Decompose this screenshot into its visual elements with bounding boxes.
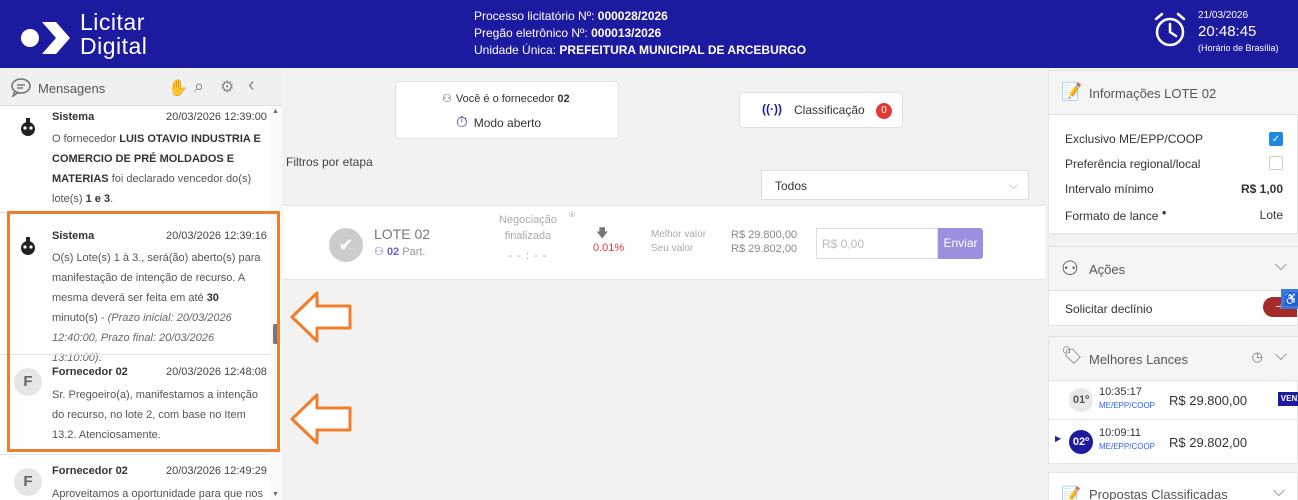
bid-tag: ME/EPP/COOP bbox=[1099, 401, 1156, 410]
message-sender: Fornecedor 02 bbox=[52, 465, 128, 477]
logo-mark-icon bbox=[21, 22, 70, 54]
solicitar-label: Solicitar declínio bbox=[1065, 302, 1153, 316]
check-icon: ✔ bbox=[329, 228, 363, 262]
broadcast-icon: ((·)) bbox=[762, 102, 782, 116]
message-body: Aproveitamos a oportunidade para que nos bbox=[52, 488, 263, 500]
app-header: Licitar Digital Processo licitatório Nº:… bbox=[0, 0, 1298, 68]
alarm-clock-icon bbox=[1154, 12, 1186, 47]
logo-text: Licitar Digital bbox=[80, 9, 148, 59]
chevron-left-icon[interactable]: ‹ bbox=[248, 74, 255, 97]
chevron-down-icon: ⌵ bbox=[1008, 178, 1018, 192]
propostas-card[interactable]: 📝 Propostas Classificadas ⌵ bbox=[1048, 472, 1298, 500]
timer-icon: ⏱ bbox=[456, 114, 468, 131]
accessibility-icon[interactable]: ♿ bbox=[1281, 289, 1298, 309]
divider bbox=[0, 454, 270, 455]
robot-icon bbox=[14, 113, 42, 141]
enviar-button[interactable]: Enviar bbox=[938, 228, 983, 259]
users-icon: ⚇ bbox=[374, 246, 384, 258]
divider bbox=[1049, 419, 1298, 420]
percent-diff: 0.01% bbox=[593, 242, 625, 254]
message-timestamp: 20/03/2026 12:39:00 bbox=[166, 111, 267, 123]
value-labels: Melhor valor Seu valor bbox=[651, 229, 707, 254]
tag-icon: 🏷 bbox=[1061, 346, 1083, 365]
process-info: Processo licitatório Nº: 000028/2026 Pre… bbox=[474, 9, 807, 57]
chevron-down-icon[interactable]: ⌵ bbox=[1275, 347, 1287, 365]
mode-label: ⏱ Modo aberto bbox=[456, 114, 542, 131]
preferencia-checkbox[interactable] bbox=[1269, 156, 1283, 170]
supplier-card: ⚇ Você é o fornecedor 02 ⏱ Modo aberto bbox=[395, 81, 619, 139]
lances-header[interactable]: 🏷 Melhores Lances ◷ ⌵ bbox=[1049, 337, 1298, 381]
classificacao-label: Classificação bbox=[794, 103, 865, 117]
right-panel: 📝 Informações LOTE 02 Exclusivo ME/EPP/C… bbox=[1046, 68, 1298, 500]
stage-filter-value: Todos bbox=[775, 179, 808, 193]
chat-icon bbox=[11, 78, 31, 97]
chevron-down-icon: ⌵ bbox=[1274, 257, 1287, 274]
info-card-header[interactable]: 📝 Informações LOTE 02 bbox=[1049, 71, 1298, 115]
participants-count[interactable]: ⚇ 02 Part. bbox=[374, 245, 425, 258]
supplier-label: ⚇ Você é o fornecedor 02 bbox=[442, 93, 570, 105]
bid-value: R$ 29.800,00 bbox=[1169, 393, 1248, 408]
intervalo-label: Intervalo mínimo bbox=[1065, 182, 1154, 196]
messages-header: Mensagens ✋ ⌕ ⚙ ‹ bbox=[0, 68, 282, 106]
filter-label: Filtros por etapa bbox=[286, 155, 373, 169]
winner-badge: VEN bbox=[1278, 392, 1298, 406]
formato-value: Lote bbox=[1259, 208, 1283, 222]
value-amounts: R$ 29.800,00 R$ 29.802,00 bbox=[731, 228, 797, 256]
lote-row[interactable]: ✔ LOTE 02 ⚇ 02 Part. Negociação finaliza… bbox=[283, 205, 1045, 280]
info-icon: ● bbox=[1161, 208, 1167, 217]
bid-tag: ME/EPP/COOP bbox=[1099, 442, 1156, 451]
datetime-display: 21/03/2026 20:48:45 (Horário de Brasília… bbox=[1198, 10, 1279, 53]
caret-right-icon: ▶ bbox=[1055, 434, 1062, 443]
status-text: Negociação finalizada - - : - - bbox=[498, 214, 558, 262]
position-badge: 02º bbox=[1069, 430, 1093, 454]
preferencia-label: Preferência regional/local bbox=[1065, 157, 1201, 171]
bid-input[interactable]: R$ 0,00 bbox=[816, 228, 938, 259]
info-title: Informações LOTE 02 bbox=[1089, 86, 1217, 101]
exclusivo-checkbox[interactable]: ✓ bbox=[1269, 132, 1283, 146]
formato-label: Formato de lance ● bbox=[1065, 208, 1167, 223]
licitar-digital-logo[interactable]: Licitar Digital bbox=[18, 8, 178, 60]
position-badge: 01º bbox=[1069, 388, 1093, 412]
acoes-title: Ações bbox=[1089, 262, 1126, 277]
acoes-header[interactable]: ⚇ Ações ⌵ bbox=[1049, 247, 1298, 291]
edit-document-icon: 📝 bbox=[1061, 487, 1081, 500]
lances-title: Melhores Lances bbox=[1089, 352, 1188, 367]
user-icon: ⚇ bbox=[1061, 258, 1079, 280]
current-time: 20:48:45 bbox=[1198, 23, 1257, 40]
user-icon: ⚇ bbox=[442, 93, 452, 105]
exclusivo-label: Exclusivo ME/EPP/COOP bbox=[1065, 132, 1204, 146]
bid-time: 10:35:17 bbox=[1099, 386, 1142, 398]
propostas-title: Propostas Classificadas bbox=[1089, 487, 1228, 500]
classificacao-count-badge: 0 bbox=[876, 103, 892, 119]
info-card: 📝 Informações LOTE 02 Exclusivo ME/EPP/C… bbox=[1048, 70, 1298, 234]
bid-time: 10:09:11 bbox=[1099, 427, 1142, 439]
edit-document-icon: 📝 bbox=[1061, 82, 1083, 101]
your-value: R$ 29.802,00 bbox=[731, 243, 798, 255]
avatar: F bbox=[14, 468, 42, 496]
classificacao-button[interactable]: ((·)) Classificação 0 bbox=[739, 92, 903, 128]
stage-filter-select[interactable]: Todos ⌵ bbox=[761, 170, 1029, 200]
search-icon[interactable]: ⌕ bbox=[194, 76, 204, 97]
timezone-label: (Horário de Brasília) bbox=[1198, 43, 1279, 53]
gear-icon[interactable]: ⚙ bbox=[220, 77, 234, 97]
main-content: ⚇ Você é o fornecedor 02 ⏱ Modo aberto ((·… bbox=[283, 68, 1045, 500]
bid-value: R$ 29.802,00 bbox=[1169, 435, 1248, 450]
hand-icon[interactable]: ✋ bbox=[168, 78, 188, 98]
info-icon[interactable]: ⍟ bbox=[569, 210, 575, 221]
best-value: R$ 29.800,00 bbox=[731, 229, 798, 241]
lances-card: 🏷 Melhores Lances ◷ ⌵ 01º 10:35:17 ME/EP… bbox=[1048, 336, 1298, 464]
lote-title: LOTE 02 bbox=[374, 226, 431, 242]
message-body: O fornecedor LUIS OTAVIO INDUSTRIA E COM… bbox=[52, 133, 261, 205]
message-sender: Sistema bbox=[52, 111, 95, 123]
history-icon[interactable]: ◷ bbox=[1252, 349, 1263, 365]
acoes-card: ⚇ Ações ⌵ Solicitar declínio ⇥ ♿ bbox=[1048, 246, 1298, 326]
intervalo-value: R$ 1,00 bbox=[1240, 182, 1283, 196]
current-date: 21/03/2026 bbox=[1198, 10, 1249, 21]
message-timestamp: 20/03/2026 12:49:29 bbox=[166, 465, 267, 477]
messages-title: Mensagens bbox=[38, 81, 106, 96]
chevron-down-icon: ⌵ bbox=[1272, 483, 1285, 500]
highlight-box bbox=[7, 211, 280, 452]
